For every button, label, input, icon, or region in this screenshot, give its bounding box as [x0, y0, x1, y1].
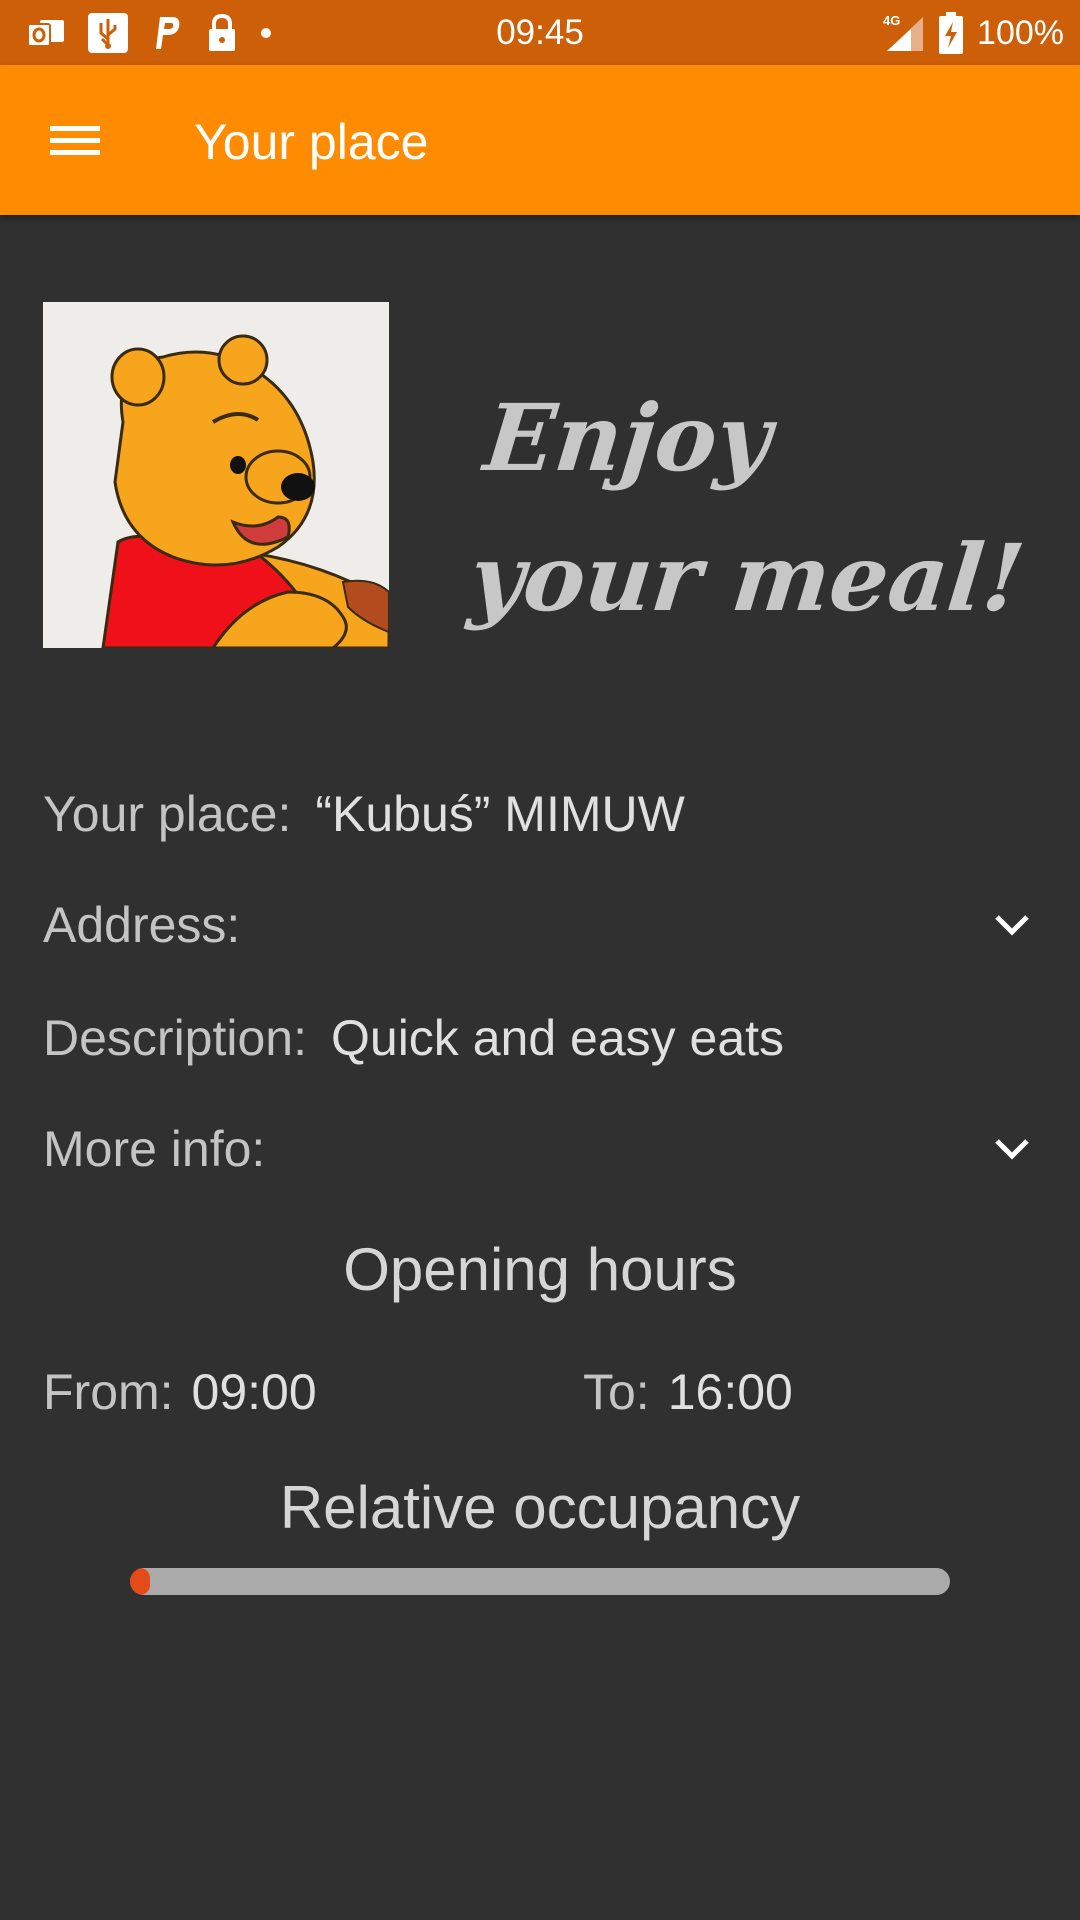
app-bar: Your place	[0, 65, 1080, 215]
address-row[interactable]: Address:	[43, 880, 1037, 970]
from-label: From:	[43, 1364, 174, 1420]
opening-hours: From: 09:00 To: 16:00	[43, 1345, 1043, 1435]
description-value: Quick and easy eats	[331, 1010, 785, 1066]
description-row: Description: Quick and easy eats	[43, 993, 1037, 1083]
description-label: Description:	[43, 1010, 307, 1066]
to-value: 16:00	[667, 1364, 793, 1420]
more-info-row[interactable]: More info:	[43, 1104, 1037, 1194]
place-label: Your place:	[43, 786, 292, 842]
network-type: 4G	[883, 13, 900, 28]
tagline-line-2: your meal!	[464, 524, 1030, 632]
address-label: Address:	[43, 897, 241, 953]
occupancy-progress-fill	[130, 1568, 150, 1595]
battery-charging-icon	[939, 12, 964, 54]
to-group: To: 16:00	[583, 1363, 793, 1421]
status-icons-right: 4G 100%	[883, 10, 1064, 56]
status-bar: 09:45 4G 100%	[0, 0, 1080, 65]
menu-button[interactable]	[30, 102, 116, 178]
address-expand-chevron-icon[interactable]	[987, 900, 1037, 950]
occupancy-progress-bar	[130, 1568, 950, 1595]
place-row: Your place: “Kubuś” MIMUW	[43, 769, 1037, 859]
battery-percent: 100%	[977, 13, 1064, 52]
page-title: Your place	[194, 114, 429, 170]
signal-4g-icon: 4G	[883, 13, 924, 51]
occupancy-title: Relative occupancy	[279, 1474, 801, 1541]
tagline-line-1: Enjoy	[479, 384, 777, 492]
from-value: 09:00	[191, 1364, 317, 1420]
winnie-the-pooh-illustration	[43, 302, 389, 648]
more-info-expand-chevron-icon[interactable]	[987, 1124, 1037, 1174]
hamburger-menu-icon	[50, 126, 100, 155]
more-info-label: More info:	[43, 1121, 266, 1177]
place-image	[43, 302, 389, 648]
tagline: Enjoy your meal!	[463, 368, 1052, 648]
opening-hours-title: Opening hours	[343, 1236, 737, 1303]
place-value: “Kubuś” MIMUW	[315, 786, 685, 842]
from-group: From: 09:00	[43, 1363, 317, 1421]
to-label: To:	[583, 1364, 650, 1420]
